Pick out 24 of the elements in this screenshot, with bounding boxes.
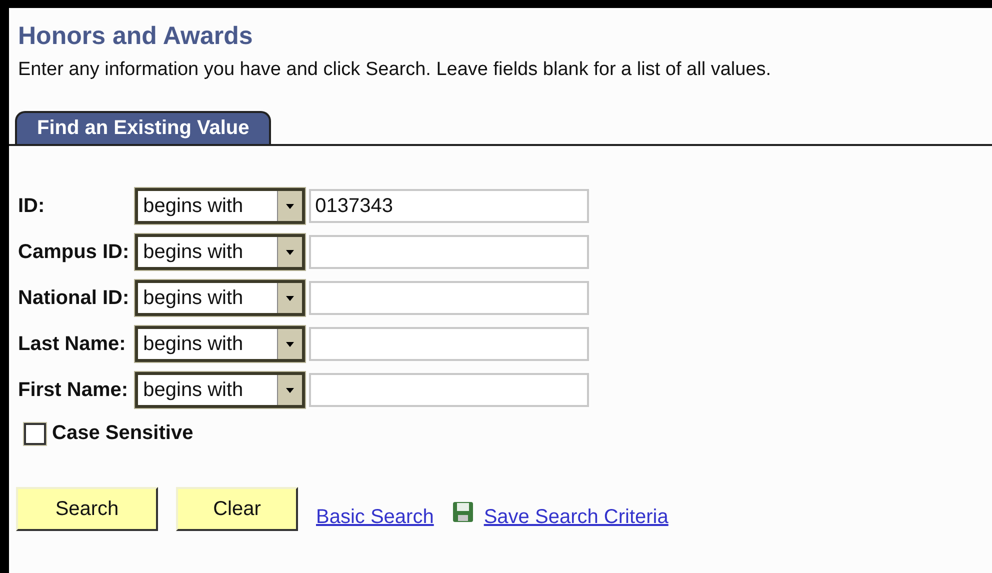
- field-label: ID:: [18, 194, 46, 218]
- link[interactable]: Save Search Criteria: [484, 506, 668, 528]
- instructions-text: Enter any information you have and click Search. Leave fields blank for a list of all values.: [18, 59, 772, 81]
- field-label: National ID:: [18, 286, 130, 310]
- operator-dropdown[interactable]: begins with: [135, 326, 306, 362]
- search-field[interactable]: [309, 281, 590, 315]
- tab[interactable]: Find an Existing Value: [15, 111, 272, 144]
- search-field[interactable]: 0137343: [309, 189, 590, 223]
- operator-dropdown[interactable]: begins with: [135, 188, 306, 224]
- search-button[interactable]: Search: [16, 487, 158, 531]
- operator-dropdown[interactable]: begins with: [135, 234, 306, 270]
- field-label: Last Name:: [18, 332, 127, 356]
- field-label: First Name:: [18, 378, 130, 402]
- clear-button[interactable]: Clear: [176, 487, 298, 531]
- operator-dropdown[interactable]: begins with: [135, 280, 306, 316]
- checkbox-label: Case Sensitive: [52, 422, 194, 445]
- search-field[interactable]: [309, 327, 590, 361]
- checkbox[interactable]: [24, 422, 46, 444]
- field-label: Campus ID:: [18, 240, 130, 264]
- operator-dropdown[interactable]: begins with: [135, 372, 306, 408]
- link[interactable]: Basic Search: [316, 506, 434, 528]
- page-title: Honors and Awards: [18, 22, 254, 51]
- search-field[interactable]: [309, 235, 590, 269]
- search-field[interactable]: [309, 373, 590, 407]
